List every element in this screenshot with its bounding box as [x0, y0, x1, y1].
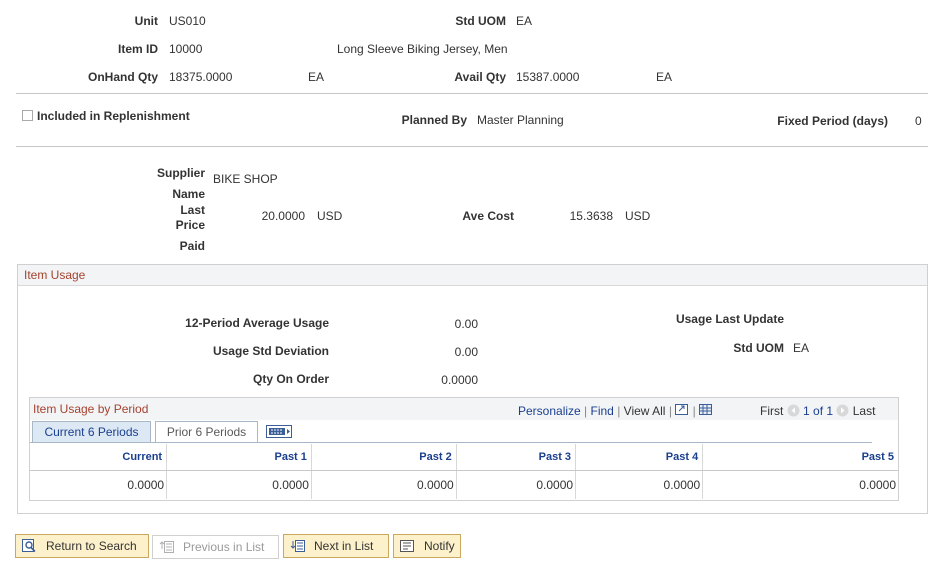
cell-past-1: 0.0000: [166, 470, 312, 499]
onhand-qty-label: OnHand Qty: [87, 70, 158, 84]
col-header-past-3: Past 3: [455, 444, 576, 471]
fixed-period-value: 0: [915, 114, 922, 128]
next-in-list-icon: [290, 539, 306, 553]
qty-on-order-value: 0.0000: [441, 373, 478, 387]
item-id-value: 10000: [169, 42, 203, 56]
personalize-link[interactable]: Personalize: [518, 404, 581, 418]
supplier-value: BIKE SHOP: [213, 172, 278, 186]
notify-icon: [400, 539, 416, 553]
tab-prior-6-periods[interactable]: Prior 6 Periods: [155, 421, 258, 442]
divider: [16, 146, 928, 147]
usage-std-uom-value: EA: [793, 341, 810, 355]
page-range: 1 of 1: [803, 404, 834, 418]
return-to-search-button[interactable]: Return to Search: [15, 534, 149, 558]
find-link[interactable]: Find: [591, 404, 614, 418]
col-header-past-2: Past 2: [310, 444, 457, 471]
nav-separator: |: [617, 404, 621, 418]
std-deviation-label: Usage Std Deviation: [212, 344, 329, 358]
tab-current-6-periods[interactable]: Current 6 Periods: [32, 421, 151, 442]
last-price-label-last: Last: [180, 203, 205, 217]
fixed-period-label: Fixed Period (days): [777, 114, 888, 128]
ave-cost-label: Ave Cost: [462, 209, 514, 223]
supplier-label: Supplier: [156, 166, 205, 180]
item-usage-title: Item Usage: [24, 268, 86, 282]
col-header-past-5: Past 5: [702, 444, 898, 471]
item-description: Long Sleeve Biking Jersey, Men: [337, 42, 508, 56]
tab-bar: Current 6 Periods Prior 6 Periods: [30, 421, 872, 443]
planned-by-label: Planned By: [401, 113, 467, 127]
next-in-list-button[interactable]: Next in List: [283, 534, 389, 558]
col-header-past-4: Past 4: [575, 444, 703, 471]
cell-past-5: 0.0000: [702, 470, 898, 499]
previous-in-list-icon: [159, 540, 175, 554]
avail-qty-uom: EA: [656, 70, 673, 84]
cell-past-3: 0.0000: [455, 470, 576, 499]
return-to-search-label: Return to Search: [46, 539, 137, 553]
next-page-icon[interactable]: [836, 404, 852, 418]
grid-header: Item Usage by Period Personalize | Find …: [30, 398, 898, 420]
prev-page-icon[interactable]: [787, 404, 803, 418]
zoom-icon[interactable]: [675, 404, 692, 418]
last-price-value: 20.0000: [261, 209, 305, 223]
last-price-label-price: Price: [175, 218, 205, 232]
cell-past-4: 0.0000: [575, 470, 703, 499]
last-price-label-paid: Paid: [179, 239, 205, 253]
ave-cost-value: 15.3638: [569, 209, 613, 223]
table-header-row: Current Past 1 Past 2 Past 3 Past 4 Past…: [30, 444, 898, 471]
usage-std-uom-label: Std UOM: [733, 341, 784, 355]
std-uom-label: Std UOM: [455, 14, 506, 28]
last-price-currency: USD: [317, 209, 343, 223]
avail-qty-value: 15387.0000: [516, 70, 580, 84]
grid-title: Item Usage by Period: [33, 402, 149, 416]
unit-label: Unit: [134, 14, 158, 28]
item-id-label: Item ID: [117, 42, 158, 56]
previous-in-list-button[interactable]: Previous in List: [152, 535, 279, 559]
cell-current: 0.0000: [127, 478, 165, 492]
col-header-past-1: Past 1: [166, 444, 312, 471]
supplier-name-label: Name: [172, 187, 205, 201]
grid-nav: Personalize | Find | View All | |: [518, 404, 713, 418]
planned-by-value: Master Planning: [477, 113, 564, 127]
notify-button[interactable]: Notify: [393, 534, 461, 558]
usage-last-update-label: Usage Last Update: [675, 312, 784, 326]
onhand-qty-value: 18375.0000: [169, 70, 233, 84]
std-deviation-value: 0.00: [454, 345, 478, 359]
included-in-replenishment-checkbox[interactable]: [22, 110, 33, 121]
qty-on-order-label: Qty On Order: [252, 372, 329, 386]
usage-by-period-grid: Item Usage by Period Personalize | Find …: [29, 397, 899, 501]
divider: [16, 93, 928, 94]
last-label: Last: [852, 404, 876, 418]
avg-usage-value: 0.00: [454, 317, 478, 331]
included-in-replenishment-label: Included in Replenishment: [37, 109, 190, 123]
download-grid-icon[interactable]: [699, 404, 713, 418]
ave-cost-currency: USD: [625, 209, 651, 223]
nav-separator: |: [584, 404, 588, 418]
show-all-columns-icon[interactable]: [266, 425, 292, 441]
unit-value: US010: [169, 14, 206, 28]
next-in-list-label: Next in List: [314, 539, 374, 553]
cell-past-2: 0.0000: [310, 470, 457, 499]
std-uom-value: EA: [516, 14, 533, 28]
first-label: First: [760, 404, 784, 418]
usage-table: Current Past 1 Past 2 Past 3 Past 4 Past…: [30, 444, 898, 499]
col-header-current: Current: [30, 444, 167, 471]
notify-label: Notify: [424, 539, 455, 553]
nav-separator: |: [668, 404, 672, 418]
grid-pager: First 1 of 1 Last: [760, 404, 875, 418]
item-usage-group: Item Usage 12-Period Average Usage 0.00 …: [17, 264, 928, 514]
search-icon: [22, 539, 38, 553]
avg-usage-label: 12-Period Average Usage: [185, 316, 329, 330]
previous-in-list-label: Previous in List: [183, 540, 265, 554]
avail-qty-label: Avail Qty: [454, 70, 506, 84]
view-all-link[interactable]: View All: [624, 404, 666, 418]
table-row: 0.0000 0.0000 0.0000 0.0000 0.0000 0.000…: [30, 470, 898, 499]
nav-separator: |: [692, 404, 696, 418]
item-usage-header: Item Usage: [18, 265, 927, 286]
onhand-qty-uom: EA: [308, 70, 325, 84]
